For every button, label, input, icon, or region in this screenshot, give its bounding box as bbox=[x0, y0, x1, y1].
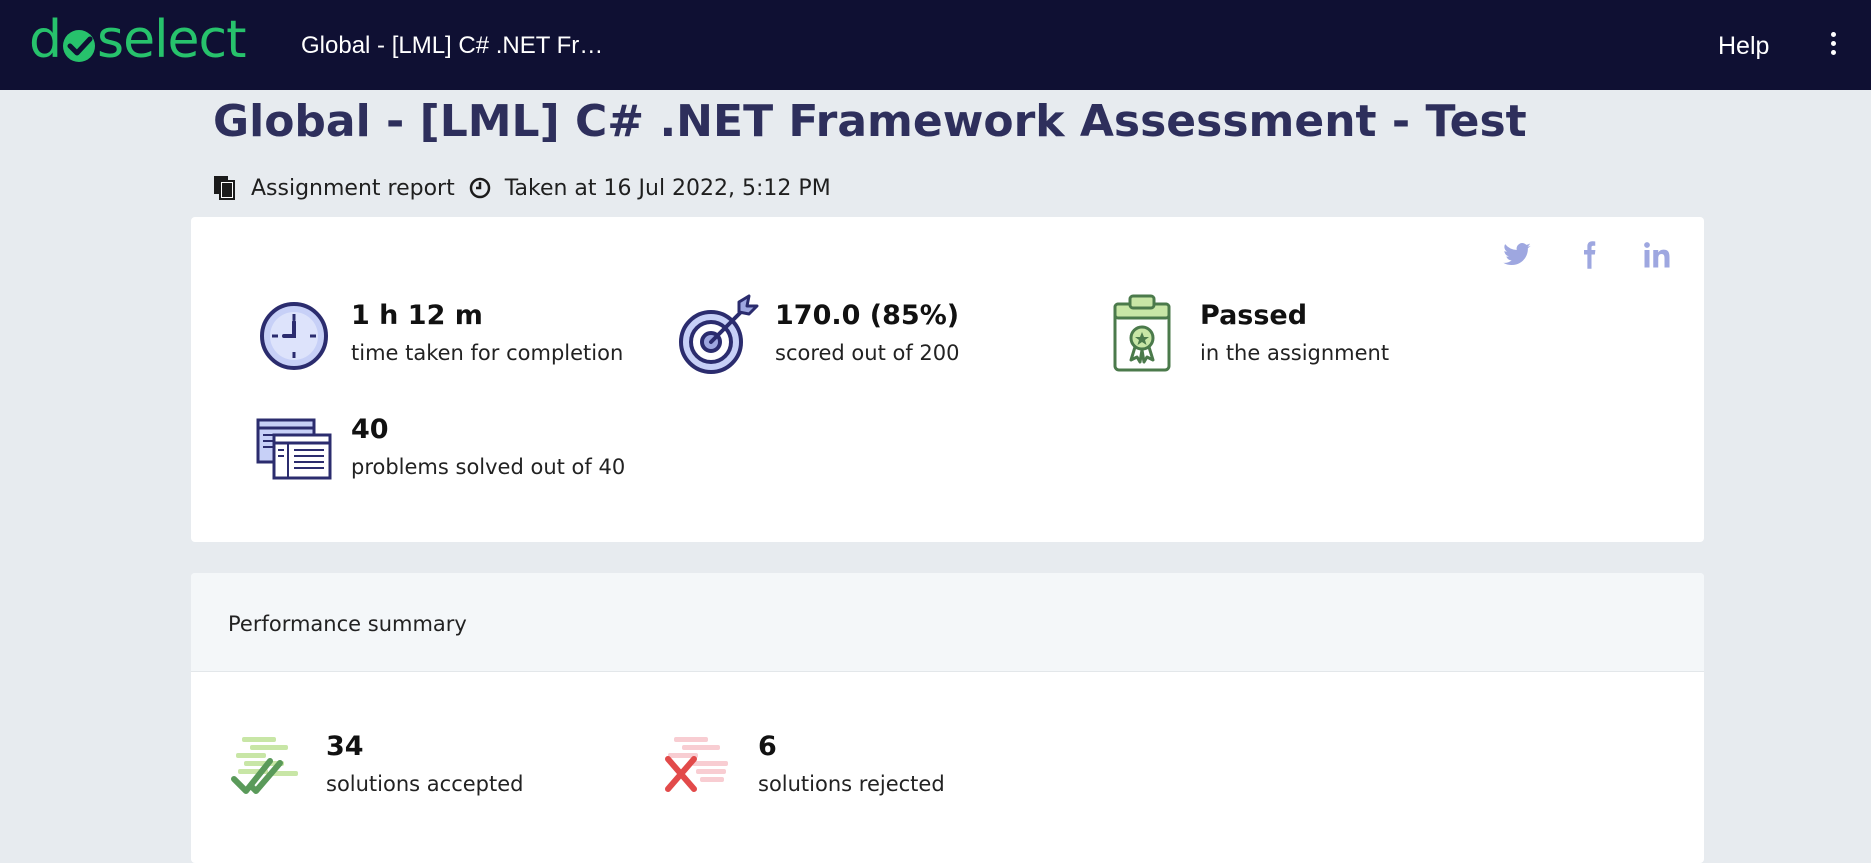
report-meta: Assignment report Taken at 16 Jul 2022, … bbox=[213, 173, 831, 203]
facebook-icon[interactable] bbox=[1574, 240, 1604, 270]
help-link[interactable]: Help bbox=[1718, 32, 1769, 61]
stat-time-value: 1 h 12 m bbox=[351, 300, 483, 331]
stat-rejected-value: 6 bbox=[758, 731, 777, 762]
taken-at-text: Taken at 16 Jul 2022, 5:12 PM bbox=[504, 175, 831, 201]
report-copy-icon bbox=[213, 175, 237, 201]
logo-text-select: select bbox=[97, 10, 247, 70]
twitter-icon[interactable] bbox=[1502, 240, 1532, 270]
stat-accepted-label: solutions accepted bbox=[326, 772, 524, 796]
wall-clock-icon bbox=[258, 300, 330, 376]
report-label: Assignment report bbox=[251, 175, 455, 201]
logo-text-d: d bbox=[29, 10, 62, 70]
double-check-icon bbox=[230, 733, 310, 801]
page-title: Global - [LML] C# .NET Framework Assessm… bbox=[213, 96, 1527, 147]
stat-accepted-value: 34 bbox=[326, 731, 364, 762]
stat-problems-label: problems solved out of 40 bbox=[351, 455, 626, 479]
linkedin-icon[interactable] bbox=[1642, 240, 1672, 270]
stat-score-label: scored out of 200 bbox=[775, 341, 960, 365]
stat-problems-value: 40 bbox=[351, 414, 389, 445]
target-icon bbox=[677, 294, 761, 380]
stat-score-value: 170.0 (85%) bbox=[775, 300, 960, 331]
stat-rejected-label: solutions rejected bbox=[758, 772, 945, 796]
stat-result-value: Passed bbox=[1200, 300, 1308, 331]
doselect-logo[interactable]: d select bbox=[29, 10, 247, 70]
clock-icon bbox=[469, 177, 491, 199]
certificate-clipboard-icon bbox=[1112, 294, 1172, 378]
logo-check-icon bbox=[63, 30, 96, 62]
cross-icon bbox=[662, 733, 742, 801]
topbar-assessment-title: Global - [LML] C# .NET Fr… bbox=[301, 32, 604, 59]
summary-card bbox=[191, 217, 1704, 542]
top-bar: d select Global - [LML] C# .NET Fr… Help bbox=[0, 0, 1871, 90]
stat-result-label: in the assignment bbox=[1200, 341, 1390, 365]
performance-title: Performance summary bbox=[228, 612, 467, 636]
stat-time-label: time taken for completion bbox=[351, 341, 624, 365]
windows-code-icon bbox=[256, 418, 332, 484]
more-menu-icon[interactable] bbox=[1826, 32, 1840, 58]
